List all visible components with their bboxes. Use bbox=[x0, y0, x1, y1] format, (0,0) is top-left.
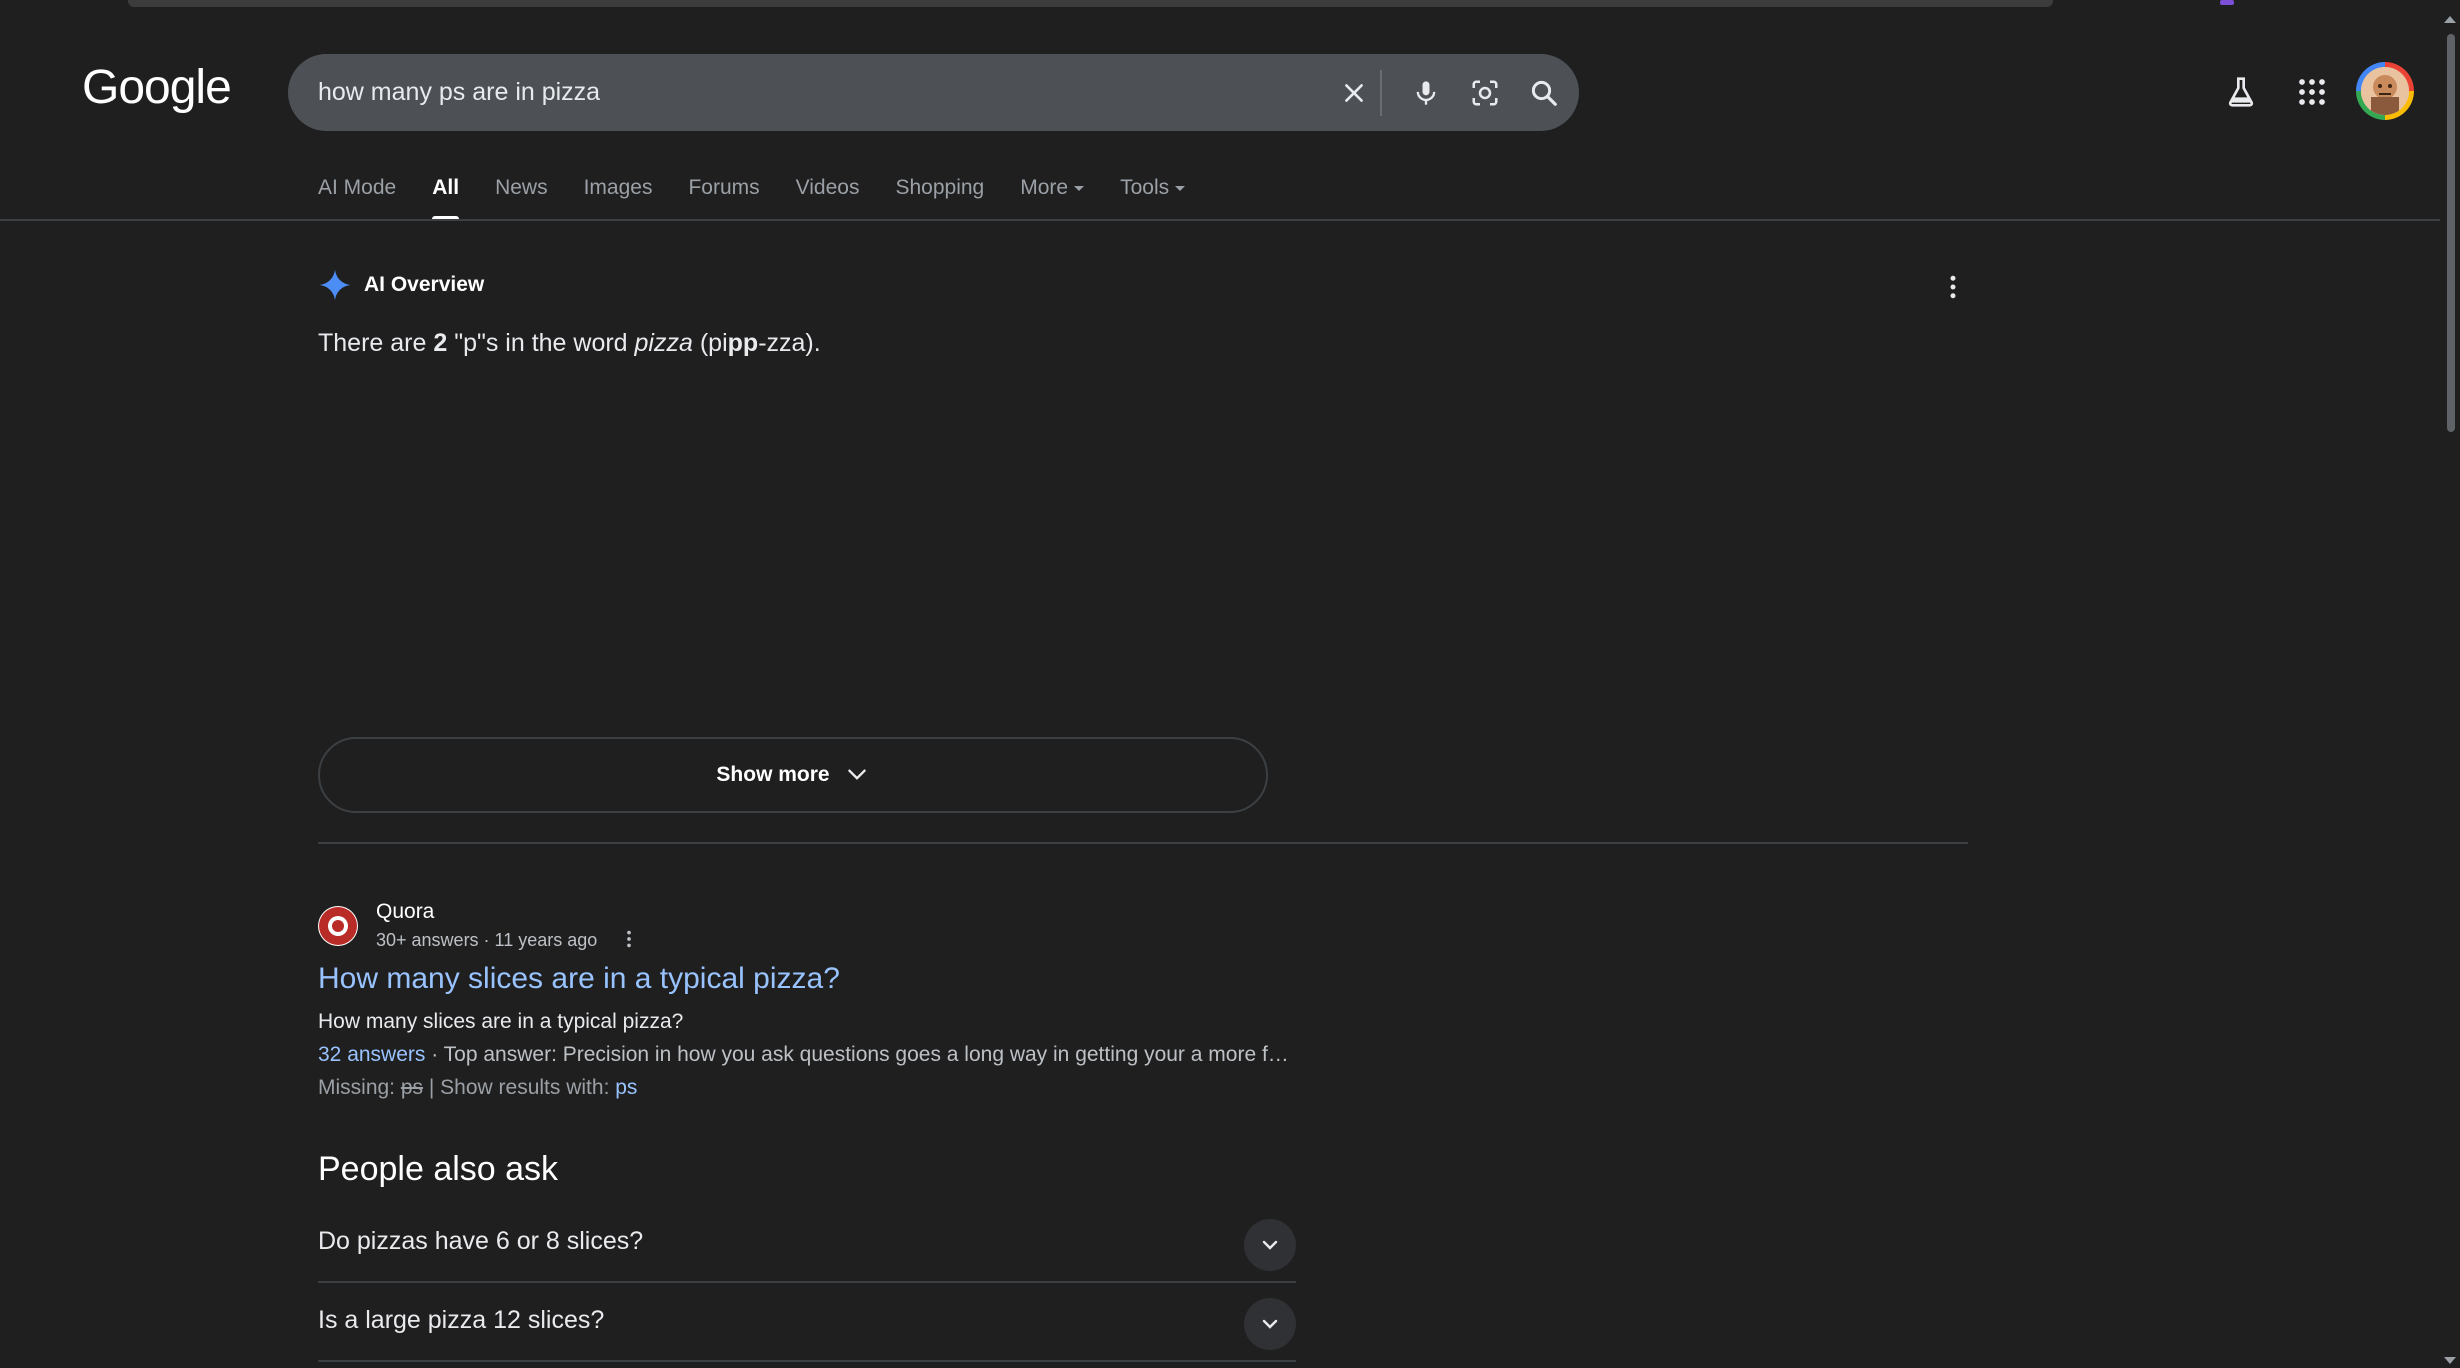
chevron-down-icon[interactable] bbox=[1244, 1219, 1296, 1271]
search-icon[interactable] bbox=[1524, 73, 1564, 113]
chevron-down-icon[interactable] bbox=[1244, 1298, 1296, 1350]
quora-favicon[interactable] bbox=[318, 906, 358, 946]
scroll-up-arrow[interactable] bbox=[2444, 16, 2456, 23]
scroll-down-arrow[interactable] bbox=[2444, 1357, 2456, 1364]
browser-address-bar-edge bbox=[128, 0, 2053, 7]
paa-question[interactable]: Is a large pizza 12 slices? bbox=[318, 1282, 1296, 1362]
answers-link[interactable]: 32 answers bbox=[318, 1043, 425, 1066]
ai-overview-answer: There are 2 "p"s in the word pizza (pipp… bbox=[318, 329, 821, 357]
tab-news[interactable]: News bbox=[495, 172, 548, 220]
more-options-icon[interactable] bbox=[1938, 272, 1968, 302]
search-divider bbox=[1380, 70, 1382, 116]
ai-overview-label: AI Overview bbox=[364, 273, 485, 296]
result-source-name[interactable]: Quora bbox=[376, 900, 434, 924]
result-answers-line: 32 answers · Top answer: Precision in ho… bbox=[318, 1043, 1289, 1066]
clear-icon[interactable] bbox=[1334, 73, 1374, 113]
chevron-down-icon bbox=[847, 769, 866, 780]
search-box[interactable]: how many ps are in pizza bbox=[288, 54, 1579, 131]
tabs-divider bbox=[0, 219, 2440, 221]
tab-all[interactable]: All bbox=[432, 172, 459, 220]
page-scrollbar[interactable] bbox=[2440, 12, 2460, 1368]
scrollbar-thumb[interactable] bbox=[2447, 34, 2455, 432]
tab-shopping[interactable]: Shopping bbox=[895, 172, 984, 220]
result-meta: 30+ answers · 11 years ago bbox=[376, 930, 598, 950]
people-also-ask-title: People also ask bbox=[318, 1150, 559, 1188]
section-divider bbox=[318, 842, 1968, 844]
tab-videos[interactable]: Videos bbox=[796, 172, 860, 220]
ai-overview-header: AI Overview bbox=[318, 268, 484, 302]
google-logo[interactable]: Google bbox=[82, 60, 232, 115]
apps-grid-icon[interactable] bbox=[2290, 70, 2334, 114]
caret-down-icon bbox=[1175, 185, 1186, 191]
caret-down-icon bbox=[1074, 185, 1085, 191]
account-avatar[interactable] bbox=[2356, 62, 2414, 120]
search-tabs: AI Mode All News Images Forums Videos Sh… bbox=[318, 172, 1221, 220]
tab-images[interactable]: Images bbox=[584, 172, 653, 220]
browser-top-strip bbox=[0, 0, 2460, 12]
result-snippet: How many slices are in a typical pizza? bbox=[318, 1010, 684, 1033]
labs-flask-icon[interactable] bbox=[2219, 70, 2263, 114]
search-input[interactable]: how many ps are in pizza bbox=[318, 78, 600, 107]
show-more-button[interactable]: Show more bbox=[318, 737, 1268, 813]
microphone-icon[interactable] bbox=[1406, 73, 1446, 113]
ai-sparkle-icon bbox=[319, 269, 351, 301]
tab-forums[interactable]: Forums bbox=[688, 172, 759, 220]
google-lens-icon[interactable] bbox=[1465, 73, 1505, 113]
tab-tools[interactable]: Tools bbox=[1120, 172, 1186, 220]
show-results-with-link[interactable]: ps bbox=[615, 1076, 637, 1099]
result-options-icon[interactable] bbox=[618, 926, 640, 952]
tab-ai-mode[interactable]: AI Mode bbox=[318, 172, 396, 220]
tab-more[interactable]: More bbox=[1020, 172, 1085, 220]
extension-icon[interactable] bbox=[2220, 0, 2234, 5]
result-missing-line: Missing: ps | Show results with: ps bbox=[318, 1076, 638, 1099]
paa-question[interactable]: Do pizzas have 6 or 8 slices? bbox=[318, 1203, 1296, 1283]
result-title-link[interactable]: How many slices are in a typical pizza? bbox=[318, 962, 840, 996]
